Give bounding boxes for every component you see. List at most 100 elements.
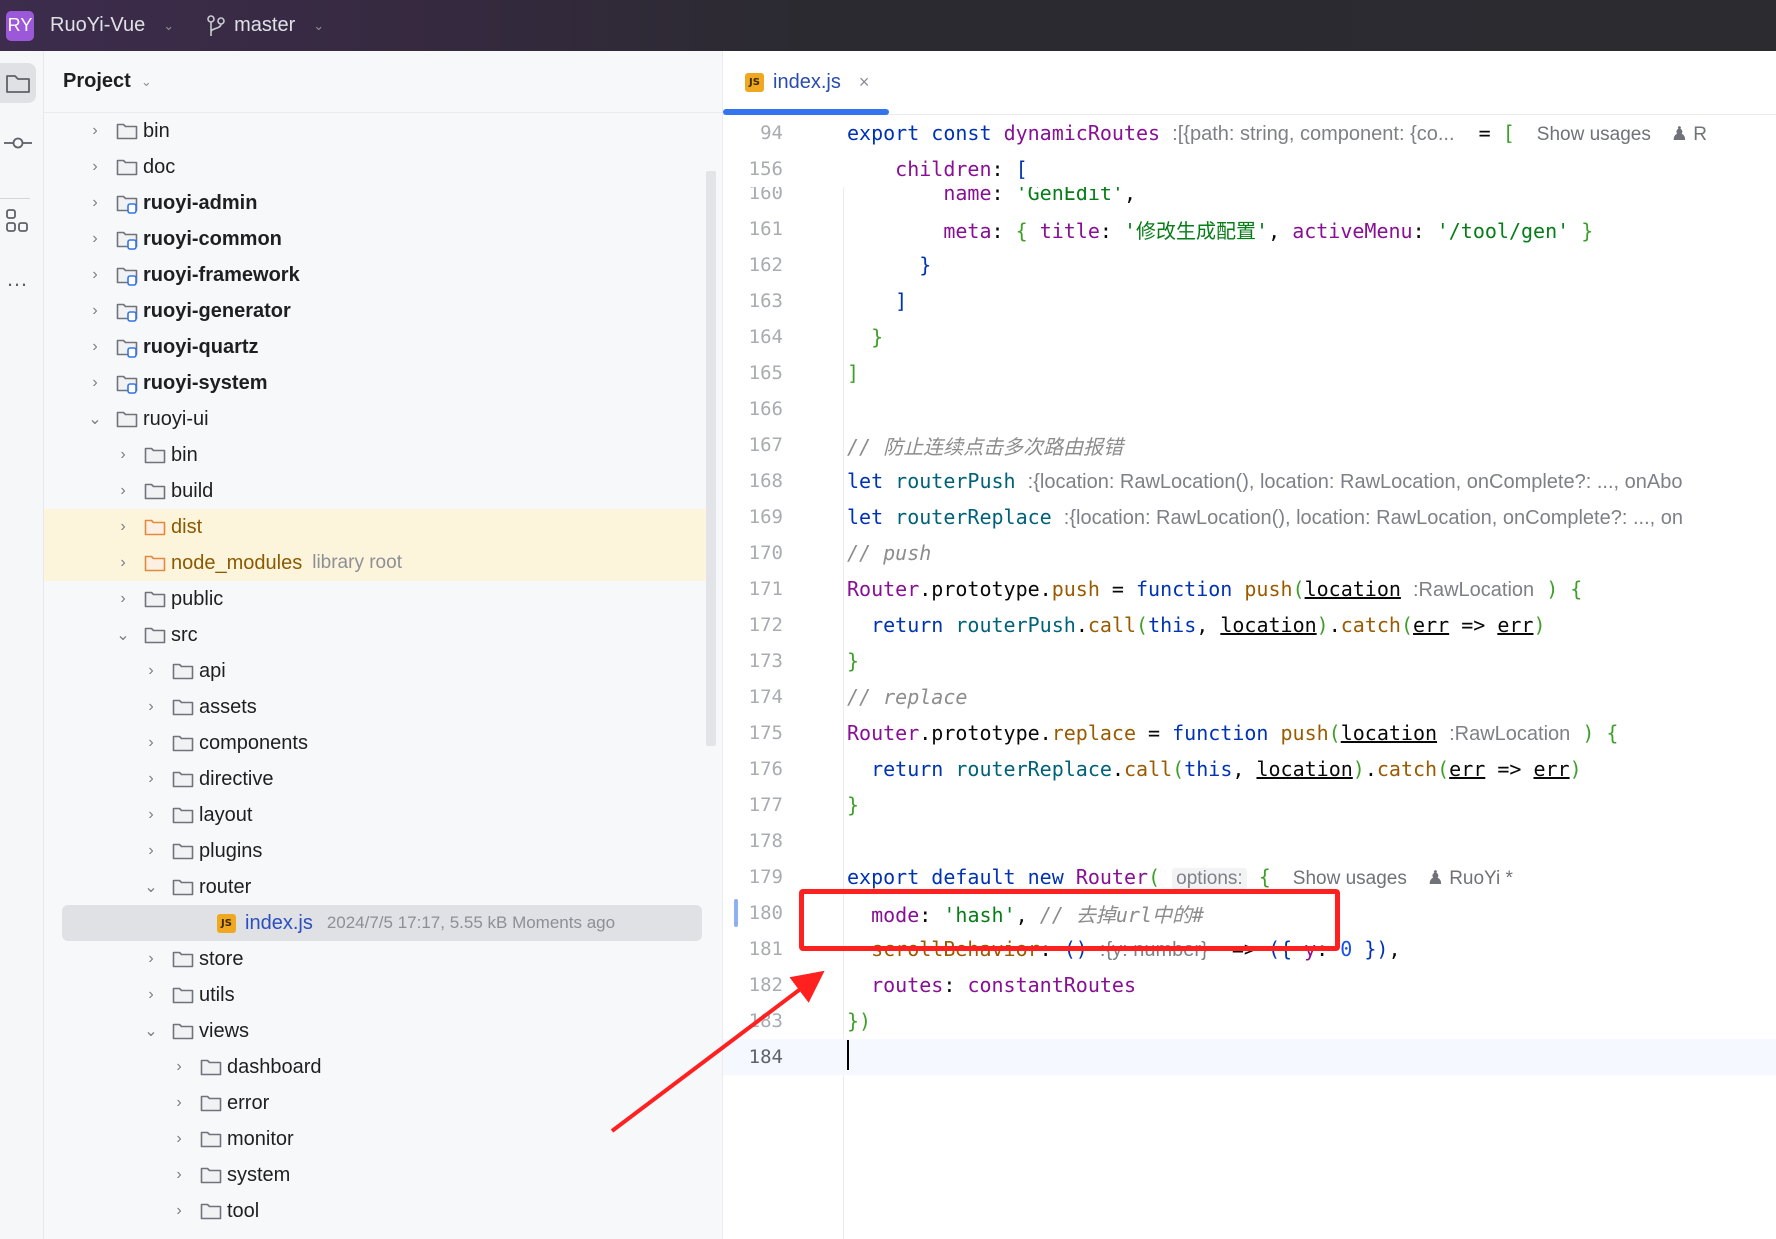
tree-item-node-modules[interactable]: › node_modules library root: [44, 545, 706, 581]
chevron-right-icon[interactable]: ›: [172, 1166, 186, 1184]
line-number: 170: [748, 542, 783, 564]
chevron-right-icon[interactable]: ›: [144, 842, 158, 860]
chevron-right-icon[interactable]: ›: [116, 590, 130, 608]
chevron-right-icon[interactable]: ›: [116, 518, 130, 536]
chevron-down-icon[interactable]: ⌄: [88, 409, 102, 429]
project-switcher[interactable]: RY RuoYi-Vue ⌄: [0, 10, 174, 41]
chevron-right-icon[interactable]: ›: [116, 554, 130, 572]
line-number: 178: [748, 830, 783, 852]
line-number: 164: [748, 326, 783, 348]
tree-item-utils[interactable]: › utils: [44, 977, 706, 1013]
show-usages-link[interactable]: Show usages: [1537, 124, 1651, 145]
chevron-right-icon[interactable]: ›: [144, 770, 158, 788]
chevron-right-icon[interactable]: ›: [144, 734, 158, 752]
tree-item-bin[interactable]: › bin: [44, 437, 706, 473]
chevron-down-icon[interactable]: ⌄: [144, 1021, 158, 1041]
tree-item-api[interactable]: › api: [44, 653, 706, 689]
tree-item-ruoyi-ui[interactable]: ⌄ ruoyi-ui: [44, 401, 706, 437]
project-tool-button[interactable]: [0, 63, 36, 103]
tree-item-components[interactable]: › components: [44, 725, 706, 761]
chevron-right-icon[interactable]: ›: [88, 266, 102, 284]
property: meta: [943, 218, 992, 243]
tree-item-public[interactable]: › public: [44, 581, 706, 617]
tree-item-label: directive: [199, 767, 274, 790]
tree-item-ruoyi-framework[interactable]: › ruoyi-framework: [44, 257, 706, 293]
tree-item-dashboard[interactable]: › dashboard: [44, 1049, 706, 1085]
more-tools-button[interactable]: …: [0, 259, 36, 299]
parameter: location: [1220, 613, 1317, 637]
folder-icon: [144, 446, 166, 464]
line-number: 175: [748, 722, 783, 744]
tree-item-ruoyi-quartz[interactable]: › ruoyi-quartz: [44, 329, 706, 365]
tree-item-router[interactable]: ⌄ router: [44, 869, 706, 905]
tree-item-layout[interactable]: › layout: [44, 797, 706, 833]
tree-item-build[interactable]: › build: [44, 473, 706, 509]
chevron-right-icon[interactable]: ›: [116, 446, 130, 464]
chevron-right-icon[interactable]: ›: [116, 482, 130, 500]
keyword: function: [1136, 576, 1233, 601]
show-usages-link[interactable]: Show usages: [1293, 868, 1407, 889]
tree-item-doc[interactable]: › doc: [44, 149, 706, 185]
chevron-right-icon[interactable]: ›: [144, 950, 158, 968]
chevron-right-icon[interactable]: ›: [144, 698, 158, 716]
tree-item-tool[interactable]: › tool: [44, 1193, 706, 1229]
code-area[interactable]: 94 export const dynamicRoutes :[{path: s…: [723, 115, 1776, 1239]
tree-item-ruoyi-admin[interactable]: › ruoyi-admin: [44, 185, 706, 221]
chevron-right-icon[interactable]: ›: [88, 230, 102, 248]
tree-item-ruoyi-generator[interactable]: › ruoyi-generator: [44, 293, 706, 329]
tree-item-ruoyi-common[interactable]: › ruoyi-common: [44, 221, 706, 257]
structure-tool-button[interactable]: [0, 201, 36, 241]
tree-item-label: error: [227, 1091, 270, 1114]
author-label: RuoYi *: [1449, 867, 1513, 889]
tree-item-label: utils: [199, 983, 235, 1006]
operator: =>: [1461, 613, 1486, 637]
folder-icon: [172, 1022, 194, 1040]
folder-icon: [200, 1058, 222, 1076]
code-line: 156 children: [: [723, 151, 1776, 187]
chevron-down-icon[interactable]: ⌄: [144, 877, 158, 897]
tree-item-index-js[interactable]: JS index.js 2024/7/5 17:17, 5.55 kB Moment…: [62, 905, 702, 941]
chevron-right-icon[interactable]: ›: [88, 194, 102, 212]
tree-item-bin[interactable]: › bin: [44, 113, 706, 149]
chevron-right-icon[interactable]: ›: [88, 338, 102, 356]
chevron-right-icon[interactable]: ›: [88, 122, 102, 140]
chevron-right-icon[interactable]: ›: [172, 1094, 186, 1112]
tree-item-monitor[interactable]: › monitor: [44, 1121, 706, 1157]
tree-scrollbar[interactable]: [706, 171, 716, 746]
tree-item-views[interactable]: ⌄ views: [44, 1013, 706, 1049]
branch-switcher[interactable]: master ⌄: [206, 14, 324, 37]
tree-item-error[interactable]: › error: [44, 1085, 706, 1121]
chevron-right-icon[interactable]: ›: [144, 806, 158, 824]
chevron-right-icon[interactable]: ›: [172, 1130, 186, 1148]
tree-item-ruoyi-system[interactable]: › ruoyi-system: [44, 365, 706, 401]
project-panel-header[interactable]: Project ⌄: [44, 51, 722, 113]
line-number: 174: [748, 686, 783, 708]
member: .prototype.: [919, 720, 1052, 745]
operator: =: [1099, 576, 1136, 601]
commit-tool-button[interactable]: [0, 123, 36, 163]
brace: }: [847, 793, 860, 817]
tree-item-store[interactable]: › store: [44, 941, 706, 977]
tree-item-label: views: [199, 1019, 250, 1042]
chevron-down-icon[interactable]: ⌄: [116, 625, 130, 645]
chevron-right-icon[interactable]: ›: [88, 158, 102, 176]
tree-item-dist[interactable]: › dist: [44, 509, 706, 545]
vcs-change-marker[interactable]: [734, 899, 738, 927]
chevron-right-icon[interactable]: ›: [172, 1202, 186, 1220]
folder-icon: [172, 770, 194, 788]
identifier: routerReplace: [895, 504, 1052, 529]
close-icon[interactable]: ×: [859, 72, 870, 93]
chevron-right-icon[interactable]: ›: [88, 374, 102, 392]
chevron-right-icon[interactable]: ›: [88, 302, 102, 320]
comment: // push: [847, 541, 932, 565]
tab-index-js[interactable]: JS index.js ×: [745, 51, 869, 113]
tree-item-directive[interactable]: › directive: [44, 761, 706, 797]
chevron-right-icon[interactable]: ›: [144, 986, 158, 1004]
tree-item-plugins[interactable]: › plugins: [44, 833, 706, 869]
tree-item-assets[interactable]: › assets: [44, 689, 706, 725]
tree-item-label: dist: [171, 515, 203, 538]
tree-item-src[interactable]: ⌄ src: [44, 617, 706, 653]
chevron-right-icon[interactable]: ›: [172, 1058, 186, 1076]
chevron-right-icon[interactable]: ›: [144, 662, 158, 680]
tree-item-system[interactable]: › system: [44, 1157, 706, 1193]
